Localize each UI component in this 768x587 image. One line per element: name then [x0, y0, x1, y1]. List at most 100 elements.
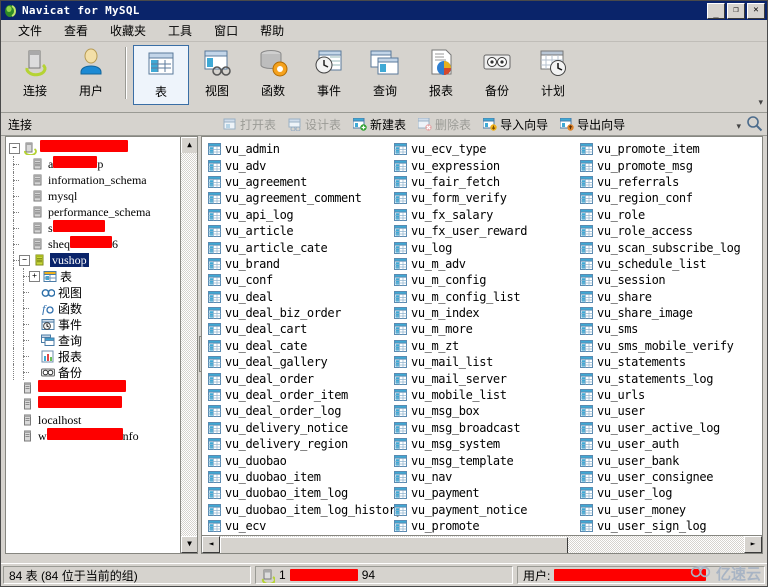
table-list-item[interactable]: vu_brand: [204, 256, 390, 272]
table-list-item[interactable]: vu_delivery_notice: [204, 420, 390, 436]
table-list-item[interactable]: vu_delivery_region: [204, 436, 390, 452]
export-wizard-button[interactable]: 导出向导: [555, 115, 630, 134]
menu-help[interactable]: 帮助: [249, 20, 295, 41]
tree-scroll-up-button[interactable]: ▲: [181, 137, 197, 154]
table-list-item[interactable]: vu_user_bank: [576, 452, 762, 468]
table-list-item[interactable]: vu_deal_gallery: [204, 354, 390, 370]
table-list-item[interactable]: vu_m_zt: [390, 338, 576, 354]
delete-table-button[interactable]: 删除表: [413, 115, 476, 134]
tree-node[interactable]: 查询: [9, 332, 197, 348]
table-list-item[interactable]: vu_form_verify: [390, 190, 576, 206]
menu-window[interactable]: 窗口: [203, 20, 249, 41]
table-list-item[interactable]: vu_m_index: [390, 305, 576, 321]
table-list-item[interactable]: vu_mail_server: [390, 370, 576, 386]
table-list-item[interactable]: vu_statements_log: [576, 370, 762, 386]
maximize-button[interactable]: ❐: [727, 2, 745, 19]
table-list-item[interactable]: vu_nav: [390, 469, 576, 485]
tree-expand-icon[interactable]: +: [29, 270, 40, 282]
table-list-item[interactable]: vu_sms_mobile_verify: [576, 338, 762, 354]
table-list-item[interactable]: vu_admin: [204, 141, 390, 157]
table-list-item[interactable]: vu_user_consignee: [576, 469, 762, 485]
tree-node[interactable]: [9, 380, 197, 396]
table-list-item[interactable]: vu_msg_box: [390, 403, 576, 419]
tree-node[interactable]: + 表: [9, 268, 197, 284]
list-scroll-right-button[interactable]: ►: [744, 536, 762, 553]
toolbar-backup-button[interactable]: 备份: [469, 45, 525, 105]
table-list-item[interactable]: vu_deal_order_log: [204, 403, 390, 419]
table-list-item[interactable]: vu_session: [576, 272, 762, 288]
table-list-item[interactable]: vu_article: [204, 223, 390, 239]
tree-node[interactable]: 报表: [9, 348, 197, 364]
table-list-item[interactable]: vu_share_image: [576, 305, 762, 321]
table-list-item[interactable]: vu_msg_system: [390, 436, 576, 452]
toolbar-view-button[interactable]: 视图: [189, 45, 245, 105]
table-list-item[interactable]: vu_m_config_list: [390, 289, 576, 305]
open-table-button[interactable]: 打开表: [218, 115, 281, 134]
table-list-item[interactable]: vu_deal_cate: [204, 338, 390, 354]
tree-node[interactable]: information_schema: [9, 172, 197, 188]
table-list-item[interactable]: vu_ecv_type: [390, 141, 576, 157]
table-list-item[interactable]: vu_user_active_log: [576, 420, 762, 436]
tree-node[interactable]: ap: [9, 156, 197, 172]
table-list-item[interactable]: vu_adv: [204, 157, 390, 173]
table-list-item[interactable]: vu_log: [390, 239, 576, 255]
table-list-item[interactable]: vu_duobao_item_log: [204, 485, 390, 501]
toolbar-schedule-button[interactable]: 计划: [525, 45, 581, 105]
table-list-item[interactable]: vu_deal_biz_order: [204, 305, 390, 321]
table-list-item[interactable]: vu_deal: [204, 289, 390, 305]
sub-toolbar-overflow-icon[interactable]: ▾: [736, 121, 741, 132]
tree-node[interactable]: 备份: [9, 364, 197, 380]
toolbar-query-button[interactable]: 查询: [357, 45, 413, 105]
table-list-item[interactable]: vu_msg_broadcast: [390, 420, 576, 436]
table-list-item[interactable]: vu_role_access: [576, 223, 762, 239]
tree-node[interactable]: − vushop: [9, 252, 197, 268]
table-list-item[interactable]: vu_msg_template: [390, 452, 576, 468]
tree-scroll-down-button[interactable]: ▼: [181, 536, 197, 553]
tree-vertical-scrollbar[interactable]: ▲ ▼: [180, 137, 197, 553]
table-list-item[interactable]: vu_expression: [390, 157, 576, 173]
tree-node[interactable]: localhost: [9, 412, 197, 428]
table-list-item[interactable]: vu_m_more: [390, 321, 576, 337]
table-list-item[interactable]: vu_statements: [576, 354, 762, 370]
table-list-item[interactable]: vu_fx_user_reward: [390, 223, 576, 239]
table-list-item[interactable]: vu_promote: [390, 518, 576, 534]
tree-scroll-track[interactable]: [181, 153, 197, 537]
table-list-item[interactable]: vu_m_config: [390, 272, 576, 288]
tree-node[interactable]: 事件: [9, 316, 197, 332]
table-list-item[interactable]: vu_article_cate: [204, 239, 390, 255]
menu-favorites[interactable]: 收藏夹: [99, 20, 157, 41]
menu-tools[interactable]: 工具: [157, 20, 203, 41]
tree-node[interactable]: s: [9, 220, 197, 236]
list-scroll-track[interactable]: [220, 536, 744, 553]
tree-node[interactable]: f 函数: [9, 300, 197, 316]
toolbar-overflow-icon[interactable]: ▾: [758, 97, 763, 108]
tree-collapse-icon[interactable]: −: [9, 142, 20, 154]
tree-node[interactable]: [9, 396, 197, 412]
close-button[interactable]: ✕: [747, 2, 765, 19]
table-list-item[interactable]: vu_deal_order_item: [204, 387, 390, 403]
table-list-item[interactable]: vu_deal_cart: [204, 321, 390, 337]
table-list-item[interactable]: vu_promote_item: [576, 141, 762, 157]
table-list-item[interactable]: vu_mail_list: [390, 354, 576, 370]
table-list-item[interactable]: vu_user: [576, 403, 762, 419]
toolbar-user-button[interactable]: 用户: [63, 45, 119, 105]
toolbar-function-button[interactable]: 函数: [245, 45, 301, 105]
table-list-item[interactable]: vu_duobao_item_log_history: [204, 502, 403, 518]
minimize-button[interactable]: _: [707, 2, 725, 19]
tree-node[interactable]: mysql: [9, 188, 197, 204]
table-list-item[interactable]: vu_schedule_list: [576, 256, 762, 272]
table-list-item[interactable]: vu_agreement: [204, 174, 390, 190]
table-list-item[interactable]: vu_ecv: [204, 518, 390, 534]
list-scroll-thumb[interactable]: [220, 537, 568, 553]
connection-tree[interactable]: − a p information_schema mysql performance_sc…: [5, 136, 198, 554]
table-list-item[interactable]: vu_m_adv: [390, 256, 576, 272]
toolbar-table-button[interactable]: 表: [133, 45, 189, 105]
menu-file[interactable]: 文件: [7, 20, 53, 41]
table-list-item[interactable]: vu_user_money: [576, 502, 762, 518]
table-list-item[interactable]: vu_deal_order: [204, 370, 390, 386]
list-scroll-left-button[interactable]: ◄: [202, 536, 220, 553]
table-list-item[interactable]: vu_share: [576, 289, 762, 305]
table-list-item[interactable]: vu_referrals: [576, 174, 762, 190]
menu-view[interactable]: 查看: [53, 20, 99, 41]
table-list-item[interactable]: vu_mobile_list: [390, 387, 576, 403]
